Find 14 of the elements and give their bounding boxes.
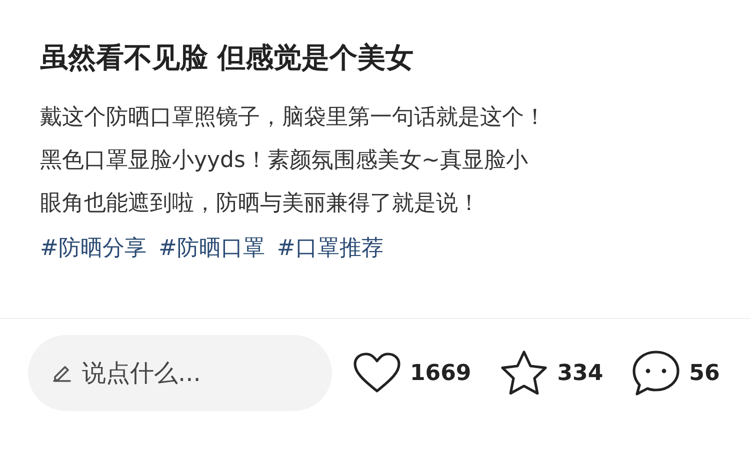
- hashtag-link[interactable]: #防晒口罩: [158, 231, 265, 267]
- star-icon[interactable]: [499, 349, 550, 397]
- comment-icon[interactable]: [631, 349, 682, 397]
- hashtag-link[interactable]: #口罩推荐: [276, 231, 384, 267]
- post-text-line: 黑色口罩显脸小yyds！素颜氛围感美女~真显脸小: [40, 147, 529, 175]
- hashtag-link[interactable]: #防晒分享: [40, 231, 146, 267]
- post-text-line: 眼角也能遮到啦，防晒与美丽兼得了就是说！: [40, 190, 481, 218]
- heart-icon[interactable]: [352, 351, 402, 395]
- post-text-line: 戴这个防晒口罩照镜子，脑袋里第一句话就是这个！: [40, 104, 547, 132]
- comment-input-field[interactable]: 说点什么...: [28, 335, 332, 411]
- post-title: 虽然看不见脸 但感觉是个美女: [40, 40, 415, 76]
- action-count: 334: [557, 360, 604, 386]
- action-count: 56: [689, 360, 720, 386]
- action-count: 1669: [410, 360, 472, 386]
